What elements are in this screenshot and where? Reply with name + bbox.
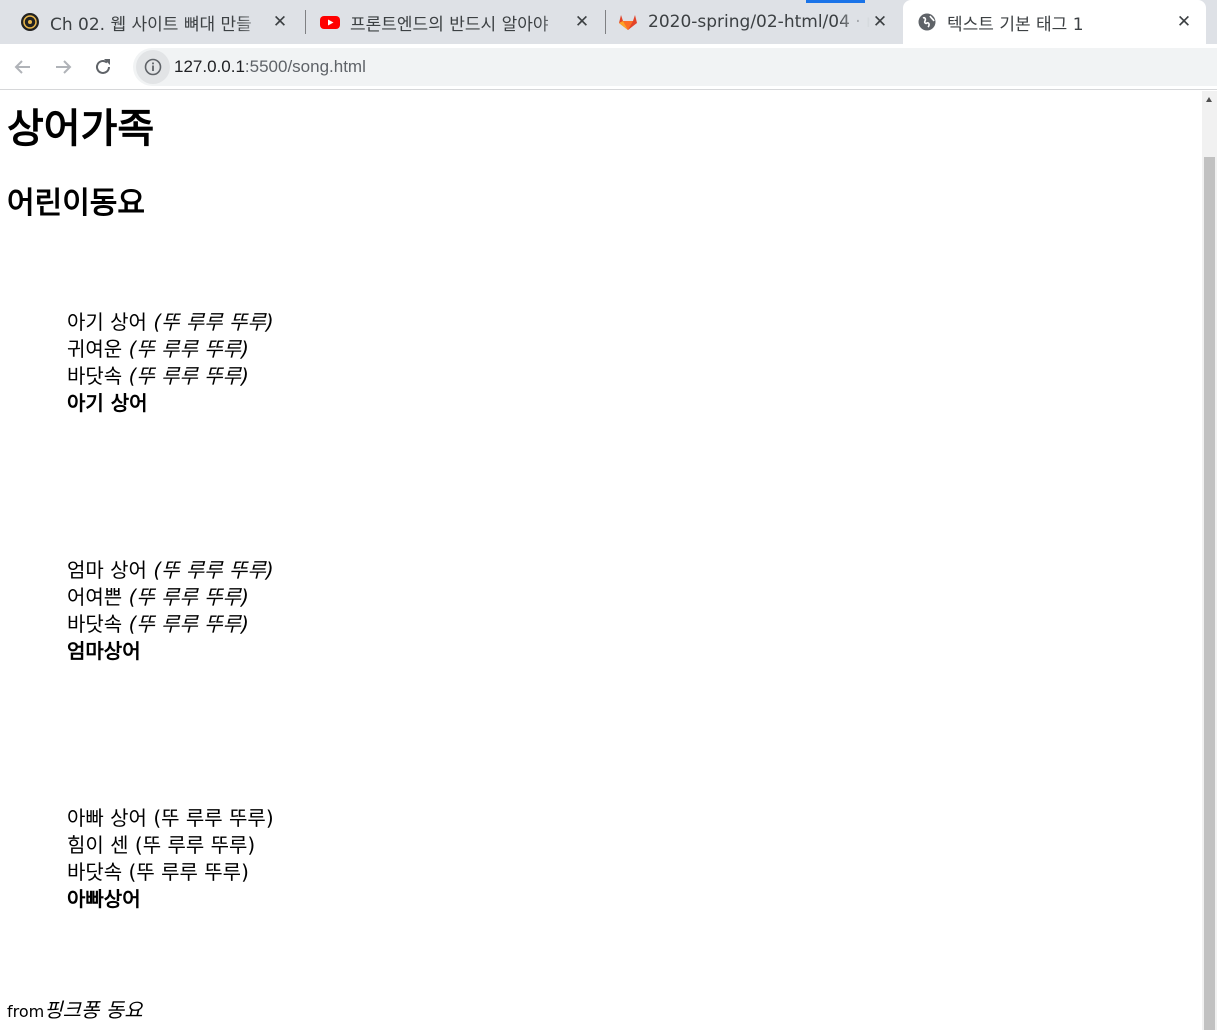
course-logo-icon	[20, 12, 40, 32]
gitlab-icon	[618, 12, 638, 32]
tab-youtube[interactable]: 프론트엔드의 반드시 알아야 ✕	[310, 0, 602, 44]
scrollbar-thumb[interactable]	[1204, 157, 1215, 1030]
source-name: 핑크퐁 동요	[44, 998, 143, 1022]
page-content: 상어가족 어린이동요 아기 상어 (뚜 루루 뚜루) 귀여운 (뚜 루루 뚜루)…	[0, 91, 1202, 1030]
reload-button[interactable]	[89, 53, 117, 81]
page-subtitle: 어린이동요	[7, 186, 145, 221]
lyric-line: 바닷속 (뚜 루루 뚜루)	[67, 364, 249, 388]
tab-separator	[605, 10, 606, 34]
lyric-line: 힘이 센 (뚜 루루 뚜루)	[67, 833, 256, 857]
lyric-ending: 아기 상어	[67, 391, 148, 415]
globe-icon	[917, 12, 937, 32]
tab-active-text-tags[interactable]: 텍스트 기본 태그 1 ✕	[903, 0, 1206, 44]
from-label: from	[7, 1002, 45, 1021]
url-path: :5500/song.html	[244, 57, 366, 76]
info-icon[interactable]	[136, 50, 170, 84]
close-icon[interactable]: ✕	[270, 12, 290, 32]
arrow-right-icon	[56, 60, 72, 74]
address-bar[interactable]: 127.0.0.1:5500/song.html	[133, 48, 1217, 86]
lyric-line: 엄마 상어 (뚜 루루 뚜루)	[67, 558, 274, 582]
youtube-icon	[320, 12, 340, 32]
tab-title: 프론트엔드의 반드시 알아야	[350, 14, 549, 35]
tab-title: 텍스트 기본 태그 1	[947, 14, 1084, 35]
verse-baby-shark: 아기 상어 (뚜 루루 뚜루) 귀여운 (뚜 루루 뚜루) 바닷속 (뚜 루루 …	[67, 309, 274, 417]
close-icon[interactable]: ✕	[870, 12, 890, 32]
verse-daddy-shark: 아빠 상어 (뚜 루루 뚜루) 힘이 센 (뚜 루루 뚜루) 바닷속 (뚜 루루…	[67, 805, 274, 913]
close-icon[interactable]: ✕	[1174, 12, 1194, 32]
tab-separator	[305, 10, 306, 34]
lyric-line: 바닷속 (뚜 루루 뚜루)	[67, 612, 249, 636]
back-button[interactable]	[9, 53, 37, 81]
url-text: 127.0.0.1:5500/song.html	[174, 57, 366, 77]
lyric-line: 아기 상어 (뚜 루루 뚜루)	[67, 310, 274, 334]
song-source: from핑크퐁 동요	[7, 994, 143, 1023]
tab-gitlab[interactable]: 2020-spring/02-html/04 · m ✕	[608, 0, 900, 44]
arrow-left-icon	[14, 60, 30, 74]
url-host: 127.0.0.1	[174, 57, 245, 76]
lyric-line: 바닷속 (뚜 루루 뚜루)	[67, 860, 249, 884]
close-icon[interactable]: ✕	[572, 12, 592, 32]
tab-strip: Ch 02. 웹 사이트 뼈대 만들 ✕ 프론트엔드의 반드시 알아야 ✕ 20…	[0, 0, 1217, 44]
verse-mommy-shark: 엄마 상어 (뚜 루루 뚜루) 어여쁜 (뚜 루루 뚜루) 바닷속 (뚜 루루 …	[67, 557, 274, 665]
page-title: 상어가족	[7, 106, 155, 152]
tab-title: Ch 02. 웹 사이트 뼈대 만들	[50, 14, 252, 35]
lyric-line: 귀여운 (뚜 루루 뚜루)	[67, 337, 249, 361]
browser-toolbar: 127.0.0.1:5500/song.html	[0, 44, 1217, 90]
forward-button[interactable]	[49, 53, 77, 81]
scroll-up-arrow-icon[interactable]	[1206, 97, 1212, 102]
tab-title: 2020-spring/02-html/04 · m	[648, 12, 870, 32]
lyric-ending: 아빠상어	[67, 887, 141, 911]
lyric-ending: 엄마상어	[67, 639, 141, 663]
lyric-line: 어여쁜 (뚜 루루 뚜루)	[67, 585, 249, 609]
reload-icon	[96, 59, 110, 74]
page-scrollbar[interactable]	[1202, 91, 1217, 1030]
tab-course[interactable]: Ch 02. 웹 사이트 뼈대 만들 ✕	[8, 0, 300, 44]
lyric-line: 아빠 상어 (뚜 루루 뚜루)	[67, 806, 274, 830]
